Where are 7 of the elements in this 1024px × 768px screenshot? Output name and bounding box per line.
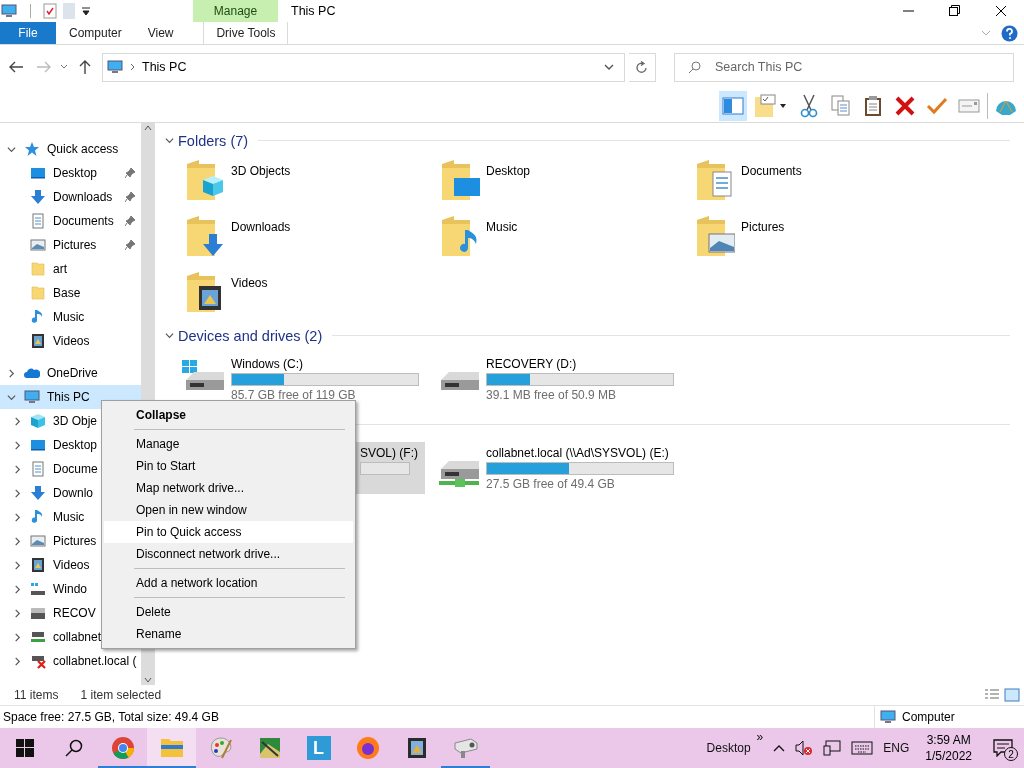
location-label: Computer [902,710,955,724]
window-title: This PC [290,3,337,20]
space-info: Space free: 27.5 GB, Total size: 49.4 GB [2,710,220,724]
notification-count: 2 [1004,747,1018,761]
selection-count: 1 item selected [80,688,162,702]
l-tile-icon: L [306,736,331,760]
item-count: 11 items [14,688,59,702]
